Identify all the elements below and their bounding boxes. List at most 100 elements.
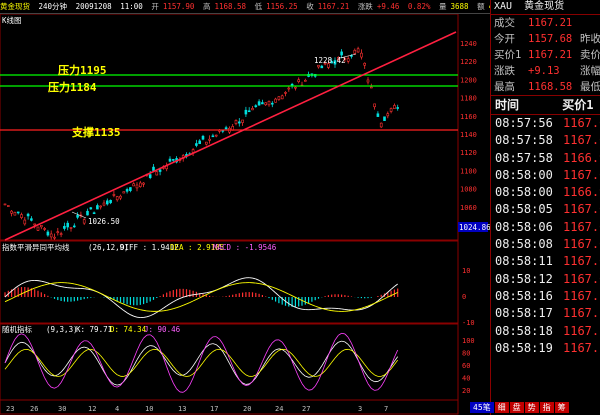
d-line-seg bbox=[328, 362, 333, 368]
tick-row[interactable]: 08:58:17 1167.1 bbox=[491, 305, 600, 322]
j-line-seg bbox=[295, 369, 300, 378]
tick-row[interactable]: 08:58:18 1167.1 bbox=[491, 323, 600, 340]
d-line-seg bbox=[57, 375, 62, 377]
bar-time: 11:00 bbox=[120, 2, 143, 11]
d-line-seg bbox=[136, 360, 141, 366]
tick-row[interactable]: 08:58:12 1167.0 bbox=[491, 271, 600, 288]
tick-row[interactable]: 08:57:58 1167.0 bbox=[491, 132, 600, 149]
diff-line-seg bbox=[275, 292, 280, 297]
dea-line-seg bbox=[324, 308, 329, 311]
support-label-1135: 支撑1135 bbox=[71, 125, 121, 139]
candle-body bbox=[139, 182, 142, 187]
bottom-tab[interactable]: 势 bbox=[524, 402, 539, 413]
k-line-seg bbox=[341, 340, 345, 343]
j-line-seg bbox=[90, 343, 95, 349]
bottom-tab[interactable]: 45笔 bbox=[470, 402, 494, 413]
bottom-tab[interactable]: 细 bbox=[494, 402, 509, 413]
j-line-seg bbox=[394, 349, 399, 358]
diff-line-seg bbox=[235, 278, 240, 282]
j-line-seg bbox=[60, 376, 65, 383]
y-tick-label: 1220 bbox=[460, 58, 477, 66]
candle-body bbox=[284, 92, 287, 94]
tick-row[interactable]: 08:58:16 1167.1 bbox=[491, 288, 600, 305]
quote-label-2: 卖价1 bbox=[580, 49, 600, 61]
j-line-seg bbox=[281, 341, 286, 348]
candle-body bbox=[56, 231, 60, 234]
d-line-seg bbox=[242, 371, 247, 376]
quote-panel: XAU 黄金现货 成交 1167.21 今开 1157.68 昨收 买价1 1167.21 卖… bbox=[490, 0, 600, 415]
kline-chart-area[interactable]: K线图 124012201200118011601140112011001080… bbox=[0, 14, 490, 415]
candle-body bbox=[13, 212, 17, 216]
tick-row[interactable]: 08:58:00 1167.0 bbox=[491, 167, 600, 184]
d-line-seg bbox=[54, 375, 58, 377]
tick-row[interactable]: 08:58:08 1167.0 bbox=[491, 236, 600, 253]
tick-row[interactable]: 08:58:06 1167.0 bbox=[491, 219, 600, 236]
kdj-title[interactable]: 随机指标 bbox=[2, 324, 32, 334]
change-pct: 0.82% bbox=[407, 2, 431, 11]
dea-line-seg bbox=[80, 285, 85, 288]
tick-row[interactable]: 08:58:19 1167.2 bbox=[491, 340, 600, 357]
k-line-seg bbox=[93, 354, 98, 361]
macd-title[interactable]: 指数平滑异同平均线 bbox=[2, 242, 70, 252]
j-line-seg bbox=[341, 332, 345, 335]
j-line-seg bbox=[311, 385, 316, 390]
diff-line-seg bbox=[126, 312, 131, 316]
kline-tab-label[interactable]: K线图 bbox=[2, 15, 22, 25]
open-value: 1157.90 bbox=[162, 2, 195, 11]
dea-line-seg bbox=[123, 303, 128, 306]
j-line-seg bbox=[301, 383, 306, 389]
diff-line-seg bbox=[41, 280, 45, 283]
d-line-seg bbox=[209, 351, 214, 355]
candle-body bbox=[49, 233, 53, 238]
candle-body bbox=[82, 219, 86, 224]
macd-y-label: -10 bbox=[462, 319, 475, 327]
tick-row[interactable]: 08:58:00 1166.9 bbox=[491, 184, 600, 201]
d-line-seg bbox=[235, 364, 240, 369]
kdj-k-value: K: 79.71 bbox=[76, 325, 112, 334]
quote-label-2: 昨收 bbox=[580, 33, 600, 45]
dea-line-seg bbox=[41, 284, 45, 287]
d-line-seg bbox=[139, 356, 144, 361]
k-line-seg bbox=[338, 340, 342, 343]
bottom-tab[interactable]: 筹 bbox=[554, 402, 569, 413]
dea-line-seg bbox=[143, 309, 147, 312]
quote-row: 买价1 1167.21 卖价1 bbox=[491, 47, 600, 63]
j-line-seg bbox=[166, 366, 171, 376]
j-line-seg bbox=[176, 388, 181, 393]
diff-line-seg bbox=[252, 277, 256, 280]
dea-line-seg bbox=[278, 289, 283, 292]
tick-row[interactable]: 08:57:56 1167.0 bbox=[491, 115, 600, 132]
dea-line-seg bbox=[11, 296, 16, 300]
k-line-seg bbox=[183, 373, 187, 376]
dea-line-seg bbox=[328, 309, 332, 312]
j-line-seg bbox=[117, 385, 121, 388]
period-label[interactable]: 240分钟 bbox=[39, 2, 68, 11]
d-line-seg bbox=[232, 359, 237, 365]
diff-line-seg bbox=[24, 280, 29, 283]
j-line-seg bbox=[235, 373, 240, 380]
j-line-seg bbox=[189, 377, 194, 386]
diff-line-seg bbox=[176, 298, 181, 301]
k-line-seg bbox=[60, 367, 65, 373]
x-tick-label: 13 bbox=[178, 405, 186, 413]
j-line-seg bbox=[314, 380, 319, 387]
candle-body bbox=[198, 140, 201, 145]
tick-row[interactable]: 08:58:11 1167.0 bbox=[491, 253, 600, 270]
tick-row[interactable]: 08:57:58 1166.9 bbox=[491, 150, 600, 167]
k-line-seg bbox=[143, 346, 148, 351]
bottom-tab[interactable]: 盘 bbox=[509, 402, 524, 413]
tick-row[interactable]: 08:58:05 1167.0 bbox=[491, 201, 600, 218]
x-tick-label: 20 bbox=[243, 405, 251, 413]
diff-line-seg bbox=[169, 301, 174, 305]
k-line-seg bbox=[196, 355, 201, 362]
d-line-seg bbox=[291, 353, 296, 359]
dea-line-seg bbox=[47, 283, 52, 285]
y-tick-label: 1240 bbox=[460, 40, 477, 48]
bottom-tabs: 45笔细盘势指筹 bbox=[470, 402, 600, 415]
dea-line-seg bbox=[206, 292, 210, 296]
j-line-seg bbox=[14, 334, 19, 340]
dea-line-seg bbox=[229, 284, 233, 286]
d-line-seg bbox=[11, 356, 16, 361]
bottom-tab[interactable]: 指 bbox=[539, 402, 554, 413]
k-line-seg bbox=[146, 345, 151, 348]
